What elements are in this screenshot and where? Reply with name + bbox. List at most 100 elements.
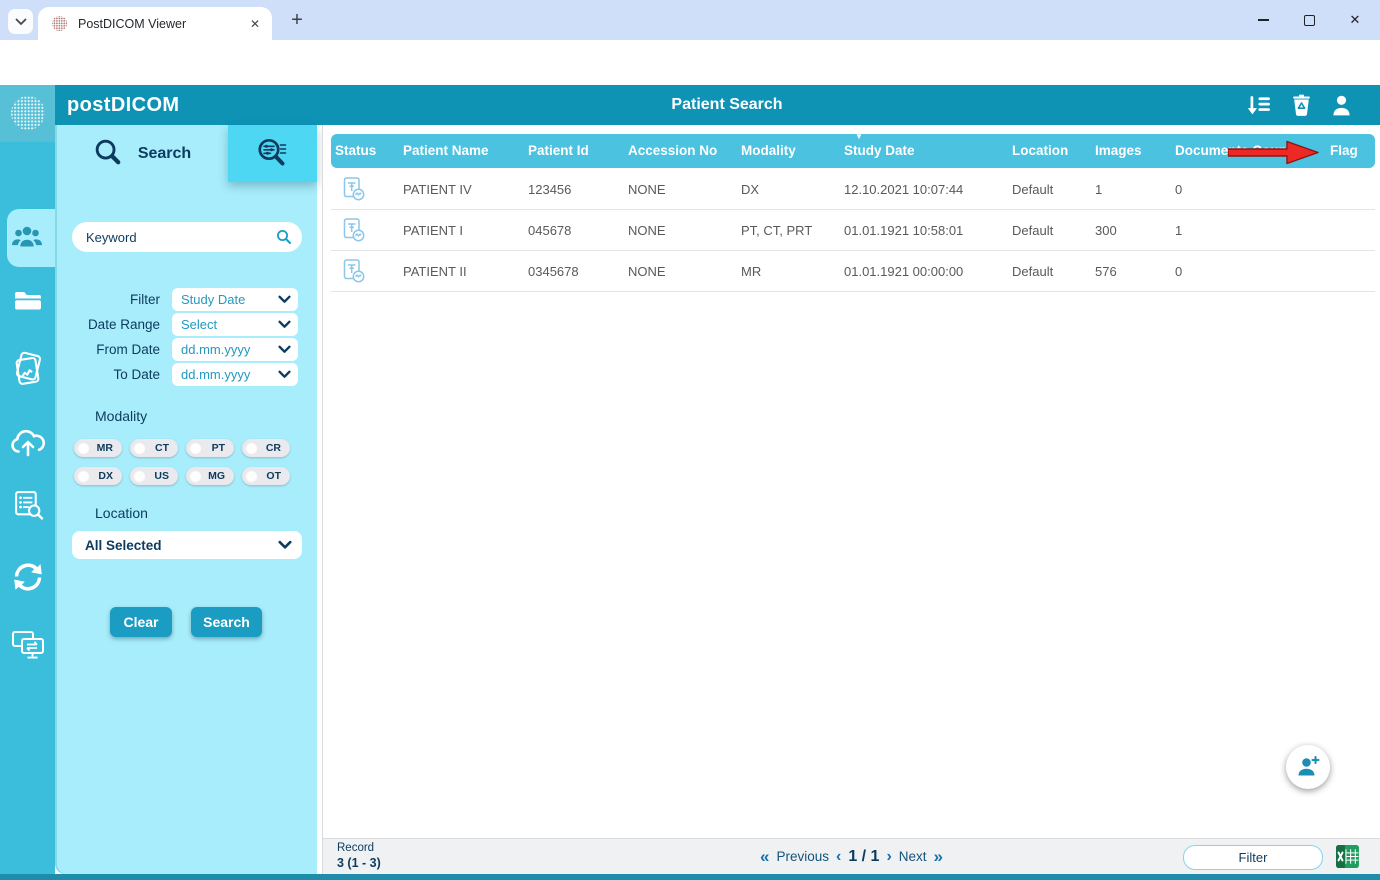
sidebar-item-sync sync-icon[interactable]: [11, 559, 45, 595]
sidebar-item-order-search list-search-icon[interactable]: [13, 489, 44, 521]
keyword-input[interactable]: [72, 222, 302, 252]
sidebar-item-upload cloud-upload-icon[interactable]: [8, 421, 48, 463]
tab-search-chevron-button[interactable]: [8, 9, 33, 34]
cell-patient-name: PATIENT IV: [403, 182, 472, 197]
modality-toggle-cr[interactable]: CR: [242, 439, 290, 457]
results-footer: Record 3 (1 - 3) « Previous ‹ 1 / 1 › Ne…: [322, 838, 1380, 874]
modality-toggle-ot[interactable]: OT: [242, 467, 290, 485]
to-date-dropdown[interactable]: dd.mm.yyyy: [172, 363, 298, 386]
browser-toolbar: germany.postdicom.com/Viewer/Main Guest …: [0, 40, 1380, 120]
col-modality[interactable]: Modality: [741, 134, 844, 168]
study-status-icon: [343, 218, 365, 242]
toggle-knob: [132, 469, 146, 483]
cell-documents-count: 0: [1175, 264, 1183, 279]
cell-patient-id: 045678: [528, 223, 572, 238]
page-indicator: 1 / 1: [848, 847, 880, 865]
tab-advanced-search[interactable]: [228, 125, 317, 182]
location-dropdown[interactable]: All Selected: [72, 531, 302, 559]
modality-toggle-ct[interactable]: CT: [130, 439, 178, 457]
window-close-button[interactable]: ✕: [1332, 0, 1378, 40]
toggle-knob: [76, 441, 90, 455]
toggle-knob: [132, 441, 146, 455]
favicon-icon: [51, 15, 68, 32]
add-patient-fab[interactable]: [1286, 745, 1330, 789]
sidebar-item-patient-search patients-icon[interactable]: [10, 222, 44, 249]
excel-export-icon[interactable]: [1335, 844, 1360, 869]
col-patient-name[interactable]: Patient Name: [403, 134, 528, 168]
cell-accession-no: NONE: [628, 223, 666, 238]
window-controls: ✕: [1240, 0, 1378, 40]
chevron-down-icon: [278, 345, 291, 353]
browser-titlebar: PostDICOM Viewer ✕ + ✕: [0, 0, 1380, 40]
last-page-icon[interactable]: »: [934, 848, 943, 865]
date-range-label: Date Range: [87, 317, 160, 332]
cell-patient-id: 123456: [528, 182, 572, 197]
table-row[interactable]: PATIENT IV 123456 NONE DX 12.10.2021 10:…: [331, 169, 1375, 210]
modality-toggle-pt[interactable]: PT: [186, 439, 234, 457]
cell-accession-no: NONE: [628, 264, 666, 279]
cell-accession-no: NONE: [628, 182, 666, 197]
from-date-dropdown[interactable]: dd.mm.yyyy: [172, 338, 298, 361]
next-page-icon[interactable]: ›: [886, 848, 891, 865]
annotation-arrow red-arrow-icon: [1228, 140, 1319, 165]
tab-close-icon[interactable]: ✕: [248, 15, 262, 33]
col-status[interactable]: Status: [335, 134, 403, 168]
filter-button[interactable]: Filter: [1183, 845, 1323, 870]
cell-documents-count: 1: [1175, 223, 1183, 238]
location-label: Location: [95, 505, 148, 521]
cell-modality: DX: [741, 182, 760, 197]
search-icon: [95, 139, 121, 165]
table-row[interactable]: PATIENT II 0345678 NONE MR 01.01.1921 00…: [331, 251, 1375, 292]
chevron-down-icon: [15, 18, 26, 25]
modality-toggle-dx[interactable]: DX: [74, 467, 122, 485]
from-date-value: dd.mm.yyyy: [181, 342, 251, 357]
modality-toggle-mr[interactable]: MR: [74, 439, 122, 457]
date-range-value: Select: [181, 317, 218, 332]
cell-study-date: 01.01.1921 00:00:00: [844, 264, 964, 279]
clear-button[interactable]: Clear: [110, 607, 172, 637]
from-date-label: From Date: [96, 342, 160, 357]
app-logo-badge[interactable]: [0, 85, 55, 142]
cell-flag: [1330, 169, 1375, 209]
user-icon[interactable]: [1329, 93, 1354, 118]
window-minimize-button[interactable]: [1240, 0, 1286, 40]
to-date-value: dd.mm.yyyy: [181, 367, 251, 382]
previous-page-button[interactable]: Previous: [776, 849, 829, 864]
filter-dropdown[interactable]: Study Date: [172, 288, 298, 311]
keyword-field[interactable]: [72, 222, 302, 252]
study-status-icon: [343, 259, 365, 283]
keyword-search-icon[interactable]: [276, 229, 292, 245]
modality-toggle-us[interactable]: US: [130, 467, 178, 485]
cell-location: Default: [1012, 264, 1054, 279]
col-flag[interactable]: Flag: [1330, 134, 1375, 168]
date-range-dropdown[interactable]: Select: [172, 313, 298, 336]
toggle-knob: [76, 469, 90, 483]
to-date-label: To Date: [113, 367, 160, 382]
sidebar-item-studies images-stack-icon[interactable]: [11, 351, 45, 387]
tab-basic-search[interactable]: Search: [55, 125, 228, 182]
toggle-knob: [244, 469, 258, 483]
col-location[interactable]: Location: [1012, 134, 1095, 168]
col-accession-no[interactable]: Accession No: [628, 134, 741, 168]
cell-images: 576: [1095, 264, 1117, 279]
sort-download-icon[interactable]: [1247, 93, 1272, 118]
sidebar-item-folders folder-icon[interactable]: [13, 287, 43, 312]
sort-descending-icon: ▼: [855, 134, 863, 141]
sidebar-item-share monitors-transfer-icon[interactable]: [10, 628, 46, 662]
prev-page-icon[interactable]: ‹: [836, 848, 841, 865]
location-value: All Selected: [85, 537, 162, 553]
postdicom-logo-icon: [10, 95, 45, 130]
table-row[interactable]: PATIENT I 045678 NONE PT, CT, PRT 01.01.…: [331, 210, 1375, 251]
window-maximize-button[interactable]: [1286, 0, 1332, 40]
first-page-icon[interactable]: «: [760, 848, 769, 865]
modality-toggle-mg[interactable]: MG: [186, 467, 234, 485]
browser-tab[interactable]: PostDICOM Viewer ✕: [38, 7, 272, 40]
search-button[interactable]: Search: [191, 607, 262, 637]
new-tab-button[interactable]: +: [283, 6, 311, 34]
col-patient-id[interactable]: Patient Id: [528, 134, 628, 168]
cell-study-date: 12.10.2021 10:07:44: [844, 182, 964, 197]
next-page-button[interactable]: Next: [899, 849, 927, 864]
col-study-date[interactable]: ▼ Study Date: [844, 134, 1012, 168]
col-images[interactable]: Images: [1095, 134, 1175, 168]
trash-recycle-icon[interactable]: [1289, 93, 1314, 118]
